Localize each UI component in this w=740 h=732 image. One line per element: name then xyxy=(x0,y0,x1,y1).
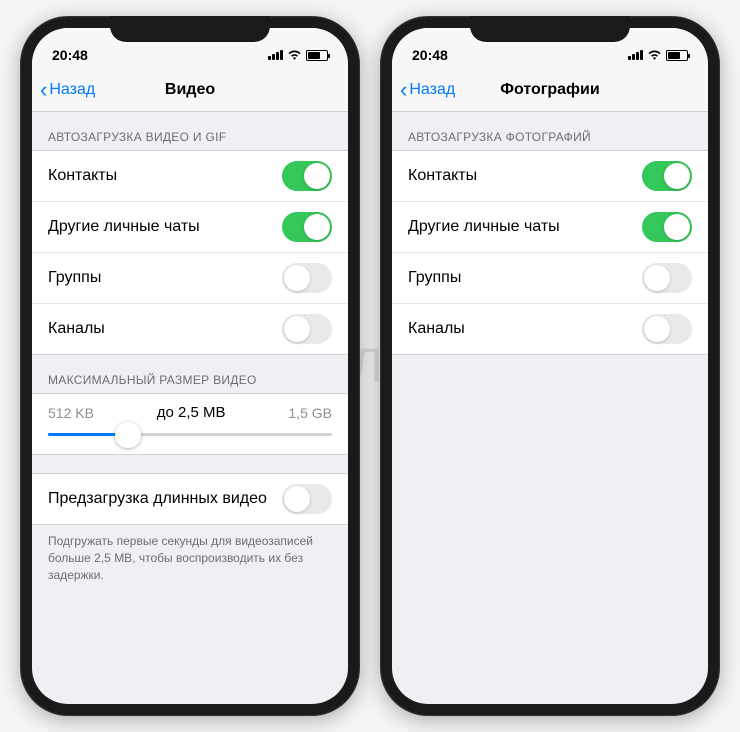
battery-icon xyxy=(306,50,328,61)
back-label: Назад xyxy=(49,81,95,99)
status-time: 20:48 xyxy=(412,47,448,63)
screen-right: 20:48 ‹ Назад Фотографии АВТОЗ xyxy=(392,28,708,704)
toggle-private-chats[interactable] xyxy=(642,212,692,242)
nav-bar: ‹ Назад Фотографии xyxy=(392,68,708,112)
nav-bar: ‹ Назад Видео xyxy=(32,68,348,112)
row-channels[interactable]: Каналы xyxy=(32,304,348,354)
phone-notch xyxy=(110,16,270,42)
status-right xyxy=(628,48,688,63)
back-button[interactable]: ‹ Назад xyxy=(40,79,95,101)
row-label: Контакты xyxy=(48,167,117,185)
row-private-chats[interactable]: Другие личные чаты xyxy=(32,202,348,253)
signal-icon xyxy=(268,50,283,60)
toggle-contacts[interactable] xyxy=(282,161,332,191)
status-time: 20:48 xyxy=(52,47,88,63)
footer-text: Подгружать первые секунды для видеозапис… xyxy=(32,525,348,591)
toggle-preload[interactable] xyxy=(282,484,332,514)
screen-left: 20:48 ‹ Назад Видео АВТОЗАГРУЗ xyxy=(32,28,348,704)
chevron-left-icon: ‹ xyxy=(40,79,47,101)
row-label: Каналы xyxy=(48,320,105,338)
row-groups[interactable]: Группы xyxy=(32,253,348,304)
slider-current: до 2,5 MB xyxy=(157,404,226,421)
row-label: Другие личные чаты xyxy=(408,218,560,236)
row-label: Каналы xyxy=(408,320,465,338)
row-label: Группы xyxy=(48,269,101,287)
row-label: Другие личные чаты xyxy=(48,218,200,236)
page-title: Видео xyxy=(165,81,215,99)
row-private-chats[interactable]: Другие личные чаты xyxy=(392,202,708,253)
row-groups[interactable]: Группы xyxy=(392,253,708,304)
section-header-autoload: АВТОЗАГРУЗКА ВИДЕО И GIF xyxy=(32,112,348,150)
row-label: Группы xyxy=(408,269,461,287)
wifi-icon xyxy=(647,48,662,63)
toggle-groups[interactable] xyxy=(282,263,332,293)
page-title: Фотографии xyxy=(500,81,599,99)
slider-labels: 512 KB до 2,5 MB 1,5 GB xyxy=(48,404,332,421)
slider-thumb[interactable] xyxy=(115,422,141,448)
size-slider[interactable] xyxy=(48,433,332,436)
slider-max: 1,5 GB xyxy=(288,405,332,421)
row-preload[interactable]: Предзагрузка длинных видео xyxy=(32,474,348,524)
toggle-contacts[interactable] xyxy=(642,161,692,191)
signal-icon xyxy=(628,50,643,60)
row-contacts[interactable]: Контакты xyxy=(392,151,708,202)
toggle-channels[interactable] xyxy=(642,314,692,344)
battery-icon xyxy=(666,50,688,61)
section-header-maxsize: МАКСИМАЛЬНЫЙ РАЗМЕР ВИДЕО xyxy=(32,355,348,393)
slider-block: 512 KB до 2,5 MB 1,5 GB xyxy=(32,393,348,455)
row-channels[interactable]: Каналы xyxy=(392,304,708,354)
chevron-left-icon: ‹ xyxy=(400,79,407,101)
slider-min: 512 KB xyxy=(48,405,94,421)
wifi-icon xyxy=(287,48,302,63)
back-button[interactable]: ‹ Назад xyxy=(400,79,455,101)
phone-right: 20:48 ‹ Назад Фотографии АВТОЗ xyxy=(380,16,720,716)
autoload-list: Контакты Другие личные чаты Группы Канал… xyxy=(32,150,348,355)
phone-notch xyxy=(470,16,630,42)
toggle-channels[interactable] xyxy=(282,314,332,344)
toggle-groups[interactable] xyxy=(642,263,692,293)
preload-list: Предзагрузка длинных видео xyxy=(32,473,348,525)
status-right xyxy=(268,48,328,63)
toggle-private-chats[interactable] xyxy=(282,212,332,242)
back-label: Назад xyxy=(409,81,455,99)
section-header-autoload: АВТОЗАГРУЗКА ФОТОГРАФИЙ xyxy=(392,112,708,150)
autoload-list: Контакты Другие личные чаты Группы Канал… xyxy=(392,150,708,355)
row-contacts[interactable]: Контакты xyxy=(32,151,348,202)
row-label: Контакты xyxy=(408,167,477,185)
phone-left: 20:48 ‹ Назад Видео АВТОЗАГРУЗ xyxy=(20,16,360,716)
row-label: Предзагрузка длинных видео xyxy=(48,490,267,508)
